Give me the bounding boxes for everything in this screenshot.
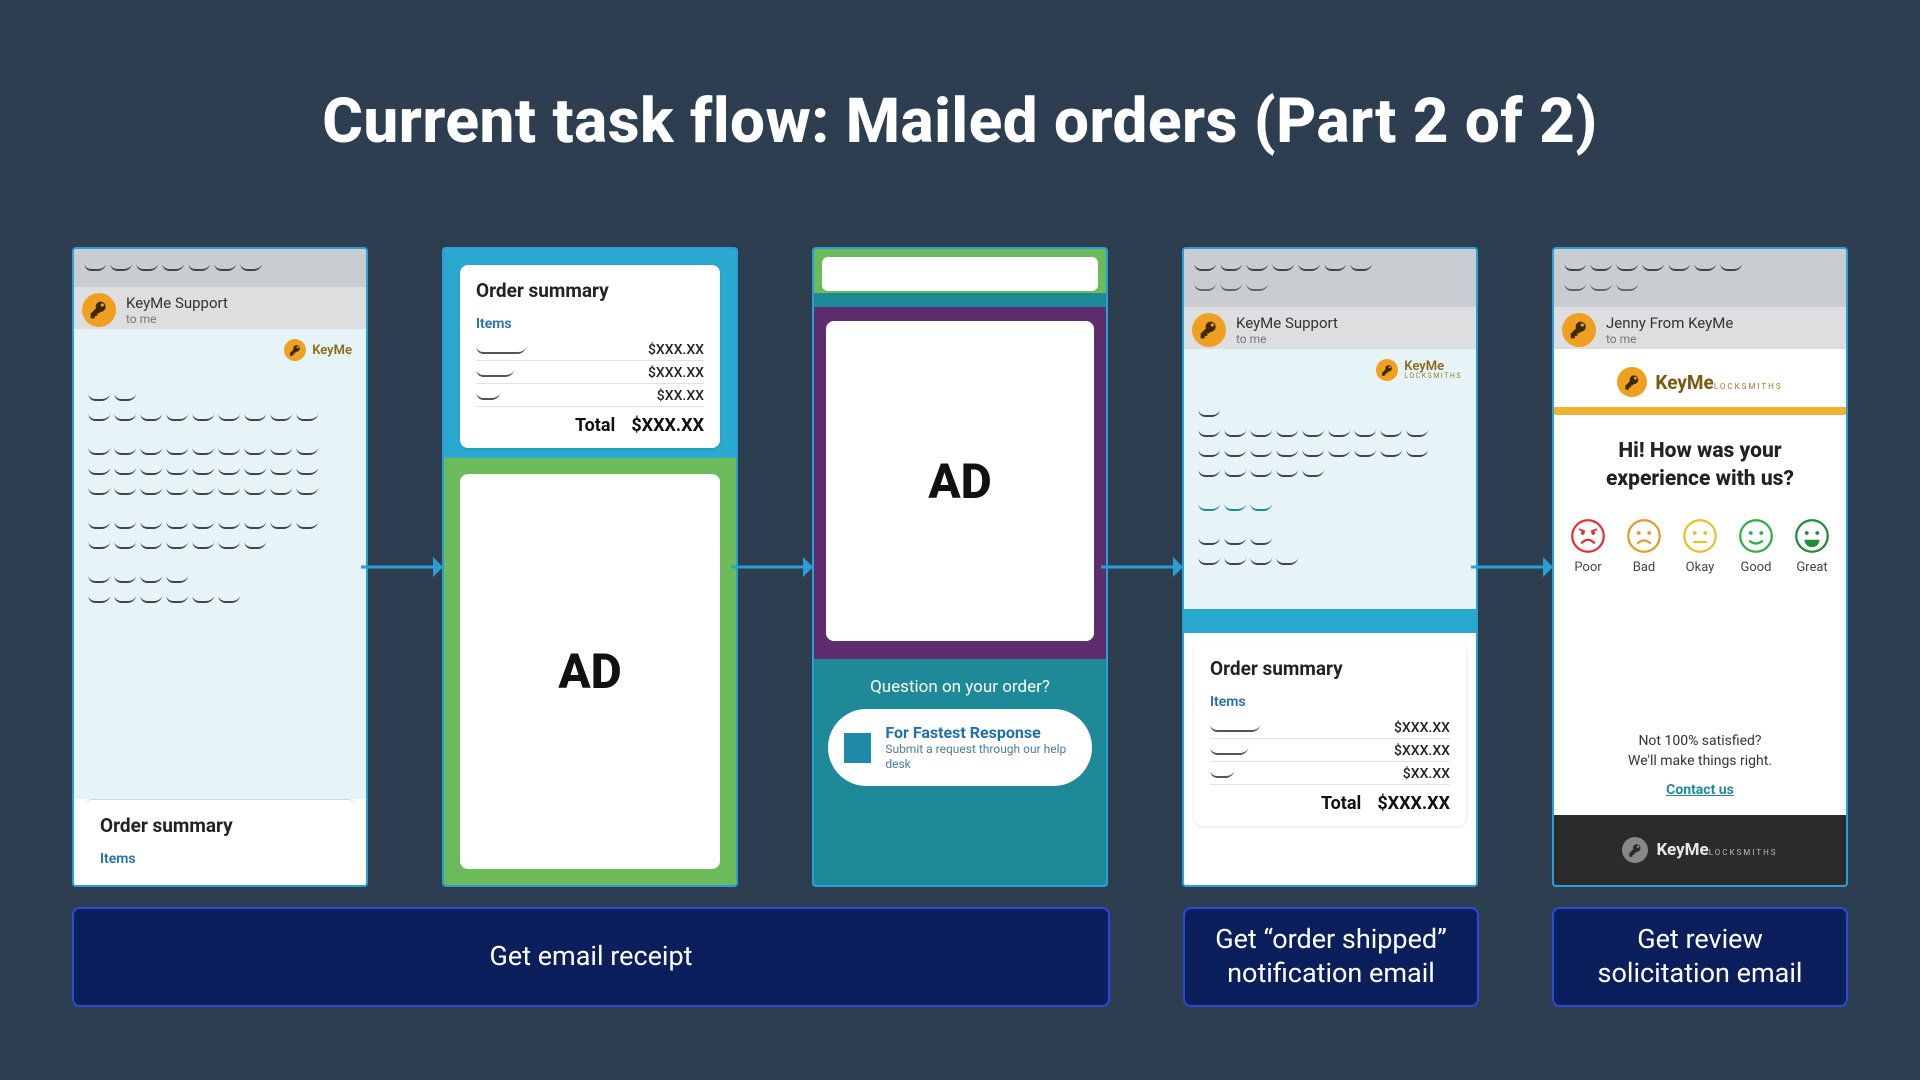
line-amount: $XX.XX <box>657 388 704 404</box>
email-from-name: KeyMe Support <box>1236 314 1338 332</box>
label-order-shipped: Get “order shipped” notification email <box>1183 907 1479 1007</box>
ad-placeholder: AD <box>826 321 1094 641</box>
rating-poor[interactable]: Poor <box>1570 518 1606 575</box>
email-footer: KeyMeLOCKSMITHS <box>1554 815 1846 885</box>
accent-bar <box>1554 407 1846 415</box>
email-from-row: Jenny From KeyMe to me <box>1554 307 1846 349</box>
line-amount: $XXX.XX <box>648 342 704 358</box>
order-items-label: Items <box>100 851 340 867</box>
order-total-label: Total <box>1321 793 1361 814</box>
order-summary-card: Order summary Items $XXX.XX $XXX.XX $XX.… <box>460 265 720 448</box>
email-body: KeyMeLOCKSMITHS Hi! How was your experie… <box>1554 349 1846 815</box>
email-from-name: Jenny From KeyMe <box>1606 314 1733 332</box>
email-to-line: to me <box>126 312 228 326</box>
order-summary-card: Order summary Items $XXX.XX $XXX.XX $XX.… <box>1194 643 1466 826</box>
label-review-solicitation: Get review solicitation email <box>1552 907 1848 1007</box>
screen-receipt-summary-ad: Order summary Items $XXX.XX $XXX.XX $XX.… <box>442 247 738 887</box>
order-summary-heading: Order summary <box>476 279 704 302</box>
order-items-label: Items <box>1210 694 1450 710</box>
keyme-logo: KeyMeLOCKSMITHS <box>1376 359 1462 381</box>
order-total-value: $XXX.XX <box>1377 793 1450 814</box>
keyme-footer-icon <box>1622 837 1648 863</box>
rating-bad[interactable]: Bad <box>1626 518 1662 575</box>
face-great-icon <box>1794 518 1830 554</box>
keyme-logo: KeyMeLOCKSMITHS <box>1568 367 1832 397</box>
rating-faces: Poor Bad Okay Good Great <box>1568 518 1832 575</box>
search-bar[interactable] <box>822 257 1098 291</box>
screen-receipt-ad-help: AD Question on your order? For Fastest R… <box>812 247 1108 887</box>
email-subject-bar <box>74 249 366 287</box>
face-happy-icon <box>1738 518 1774 554</box>
rating-okay[interactable]: Okay <box>1682 518 1718 575</box>
order-summary-heading: Order summary <box>100 814 340 837</box>
survey-heading: Hi! How was your experience with us? <box>1574 437 1826 494</box>
email-from-name: KeyMe Support <box>126 294 228 312</box>
tracking-link[interactable] <box>1198 499 1462 515</box>
line-amount: $XX.XX <box>1403 766 1450 782</box>
face-neutral-icon <box>1682 518 1718 554</box>
email-from-row: KeyMe Support to me <box>1184 307 1476 349</box>
flow-stage: KeyMe Support to me KeyMe <box>72 247 1848 887</box>
face-angry-icon <box>1570 518 1606 554</box>
page-title: Current task flow: Mailed orders (Part 2… <box>0 85 1920 158</box>
contact-us-link[interactable]: Contact us <box>1666 781 1734 801</box>
help-question: Question on your order? <box>814 677 1106 697</box>
email-subject-bar <box>1184 249 1476 307</box>
order-summary-card: Order summary Items <box>84 799 356 885</box>
order-total-value: $XXX.XX <box>631 415 704 436</box>
email-subject-bar <box>1554 249 1846 307</box>
flow-arrow-icon <box>1479 566 1551 568</box>
flow-arrow-icon <box>369 566 441 568</box>
flow-arrow-icon <box>739 566 811 568</box>
line-amount: $XXX.XX <box>1394 743 1450 759</box>
satisfy-line-2: We'll make things right. <box>1568 752 1832 772</box>
help-cta[interactable]: For Fastest Response Submit a request th… <box>828 709 1092 786</box>
keyme-avatar-icon <box>1192 313 1226 347</box>
help-cta-sub: Submit a request through our help desk <box>885 742 1076 772</box>
flow-labels: Get email receipt Get “order shipped” no… <box>72 907 1848 1007</box>
order-total-label: Total <box>575 415 615 436</box>
keyme-avatar-icon <box>1562 313 1596 347</box>
email-to-line: to me <box>1606 332 1733 346</box>
email-from-row: KeyMe Support to me <box>74 287 366 329</box>
email-to-line: to me <box>1236 332 1338 346</box>
email-body: KeyMeLOCKSMITHS <box>1184 349 1476 609</box>
label-email-receipt: Get email receipt <box>72 907 1110 1007</box>
flow-arrow-icon <box>1109 566 1181 568</box>
help-cta-title: For Fastest Response <box>885 723 1076 742</box>
ad-placeholder: AD <box>460 474 720 869</box>
keyme-logo: KeyMe <box>284 339 352 361</box>
email-body: KeyMe <box>74 329 366 799</box>
screen-receipt-email-top: KeyMe Support to me KeyMe <box>72 247 368 887</box>
screen-shipped-email: KeyMe Support to me KeyMeLOCKSMITHS Orde… <box>1182 247 1478 887</box>
rating-good[interactable]: Good <box>1738 518 1774 575</box>
line-amount: $XXX.XX <box>1394 720 1450 736</box>
line-amount: $XXX.XX <box>648 365 704 381</box>
order-summary-heading: Order summary <box>1210 657 1450 680</box>
face-sad-icon <box>1626 518 1662 554</box>
rating-great[interactable]: Great <box>1794 518 1830 575</box>
order-items-label: Items <box>476 316 704 332</box>
satisfy-line-1: Not 100% satisfied? <box>1568 732 1832 752</box>
keyme-avatar-icon <box>82 293 116 327</box>
screen-review-email: Jenny From KeyMe to me KeyMeLOCKSMITHS H… <box>1552 247 1848 887</box>
helpdesk-icon <box>844 733 871 763</box>
